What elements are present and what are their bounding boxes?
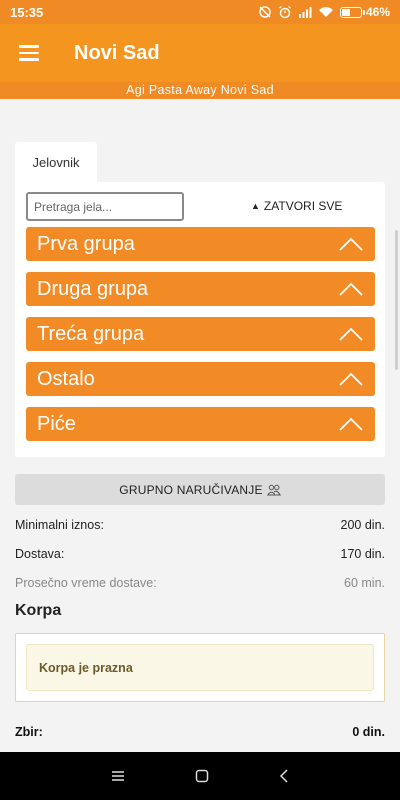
dish-search-input[interactable] bbox=[26, 192, 184, 221]
min-amount-label: Minimalni iznos: bbox=[15, 518, 104, 532]
menu-panel: ▲ ZATVORI SVE Prva grupa Druga grupa Tre… bbox=[15, 182, 385, 457]
min-amount-row: Minimalni iznos: 200 din. bbox=[15, 518, 385, 532]
collapse-all-label: ZATVORI SVE bbox=[263, 199, 343, 213]
chevron-up-icon bbox=[339, 417, 363, 431]
total-row: Zbir: 0 din. bbox=[15, 725, 385, 739]
min-amount-value: 200 din. bbox=[340, 518, 385, 532]
menu-group-ostalo[interactable]: Ostalo bbox=[26, 362, 375, 396]
menu-group-label: Treća grupa bbox=[37, 322, 145, 345]
cart-empty-message: Korpa je prazna bbox=[26, 644, 374, 691]
menu-group-label: Ostalo bbox=[37, 367, 95, 390]
restaurant-name: Agi Pasta Away Novi Sad bbox=[0, 82, 400, 99]
alarm-icon bbox=[279, 5, 291, 19]
group-order-button[interactable]: GRUPNO NARUČIVANJE bbox=[15, 474, 385, 505]
menu-group-label: Prva grupa bbox=[37, 232, 135, 255]
battery-percent: 46% bbox=[365, 5, 390, 19]
cart-title: Korpa bbox=[15, 602, 62, 619]
status-icons: 46% bbox=[258, 5, 390, 19]
scrollbar-thumb[interactable] bbox=[395, 230, 398, 370]
avg-delivery-time-label: Prosečno vreme dostave: bbox=[15, 576, 157, 590]
system-nav-bar bbox=[0, 752, 400, 800]
signal-icon bbox=[298, 7, 312, 18]
total-label: Zbir: bbox=[15, 725, 43, 739]
menu-group-druga-grupa[interactable]: Druga grupa bbox=[26, 272, 375, 306]
menu-group-prva-grupa[interactable]: Prva grupa bbox=[26, 227, 375, 261]
menu-group-treca-grupa[interactable]: Treća grupa bbox=[26, 317, 375, 351]
avg-delivery-time-row: Prosečno vreme dostave: 60 min. bbox=[15, 576, 385, 590]
delivery-fee-value: 170 din. bbox=[340, 547, 385, 561]
avg-delivery-time-value: 60 min. bbox=[344, 576, 385, 590]
app-title: Novi Sad bbox=[74, 41, 160, 64]
battery-icon bbox=[339, 6, 365, 18]
collapse-all-button[interactable]: ▲ ZATVORI SVE bbox=[251, 199, 342, 213]
battery-indicator: 46% bbox=[339, 5, 390, 19]
hamburger-menu-icon bbox=[19, 41, 39, 65]
status-time: 15:35 bbox=[10, 4, 44, 20]
menu-group-pice[interactable]: Piće bbox=[26, 407, 375, 441]
battery-fill bbox=[341, 8, 350, 16]
cart-box: Korpa je prazna bbox=[15, 633, 385, 702]
home-icon[interactable] bbox=[195, 769, 209, 783]
back-icon[interactable] bbox=[279, 769, 289, 783]
group-people-icon bbox=[266, 484, 281, 495]
chevron-up-icon bbox=[339, 237, 363, 251]
chevron-up-icon bbox=[339, 372, 363, 386]
dnd-off-icon bbox=[259, 6, 271, 18]
menu-button[interactable] bbox=[0, 24, 58, 82]
group-order-label: GRUPNO NARUČIVANJE bbox=[119, 482, 263, 497]
wifi-icon bbox=[318, 7, 333, 17]
menu-group-label: Druga grupa bbox=[37, 277, 149, 300]
delivery-fee-label: Dostava: bbox=[15, 547, 65, 561]
status-bar: 15:35 46% bbox=[0, 0, 400, 24]
menu-group-label: Piće bbox=[37, 412, 76, 435]
chevron-up-icon bbox=[339, 282, 363, 296]
delivery-fee-row: Dostava: 170 din. bbox=[15, 547, 385, 561]
total-value: 0 din. bbox=[352, 725, 385, 739]
triangle-up-icon: ▲ bbox=[251, 201, 260, 211]
app-bar: Novi Sad bbox=[0, 24, 400, 82]
tab-jelovnik[interactable]: Jelovnik bbox=[15, 142, 97, 182]
chevron-up-icon bbox=[339, 327, 363, 341]
recent-apps-icon[interactable] bbox=[111, 770, 125, 782]
